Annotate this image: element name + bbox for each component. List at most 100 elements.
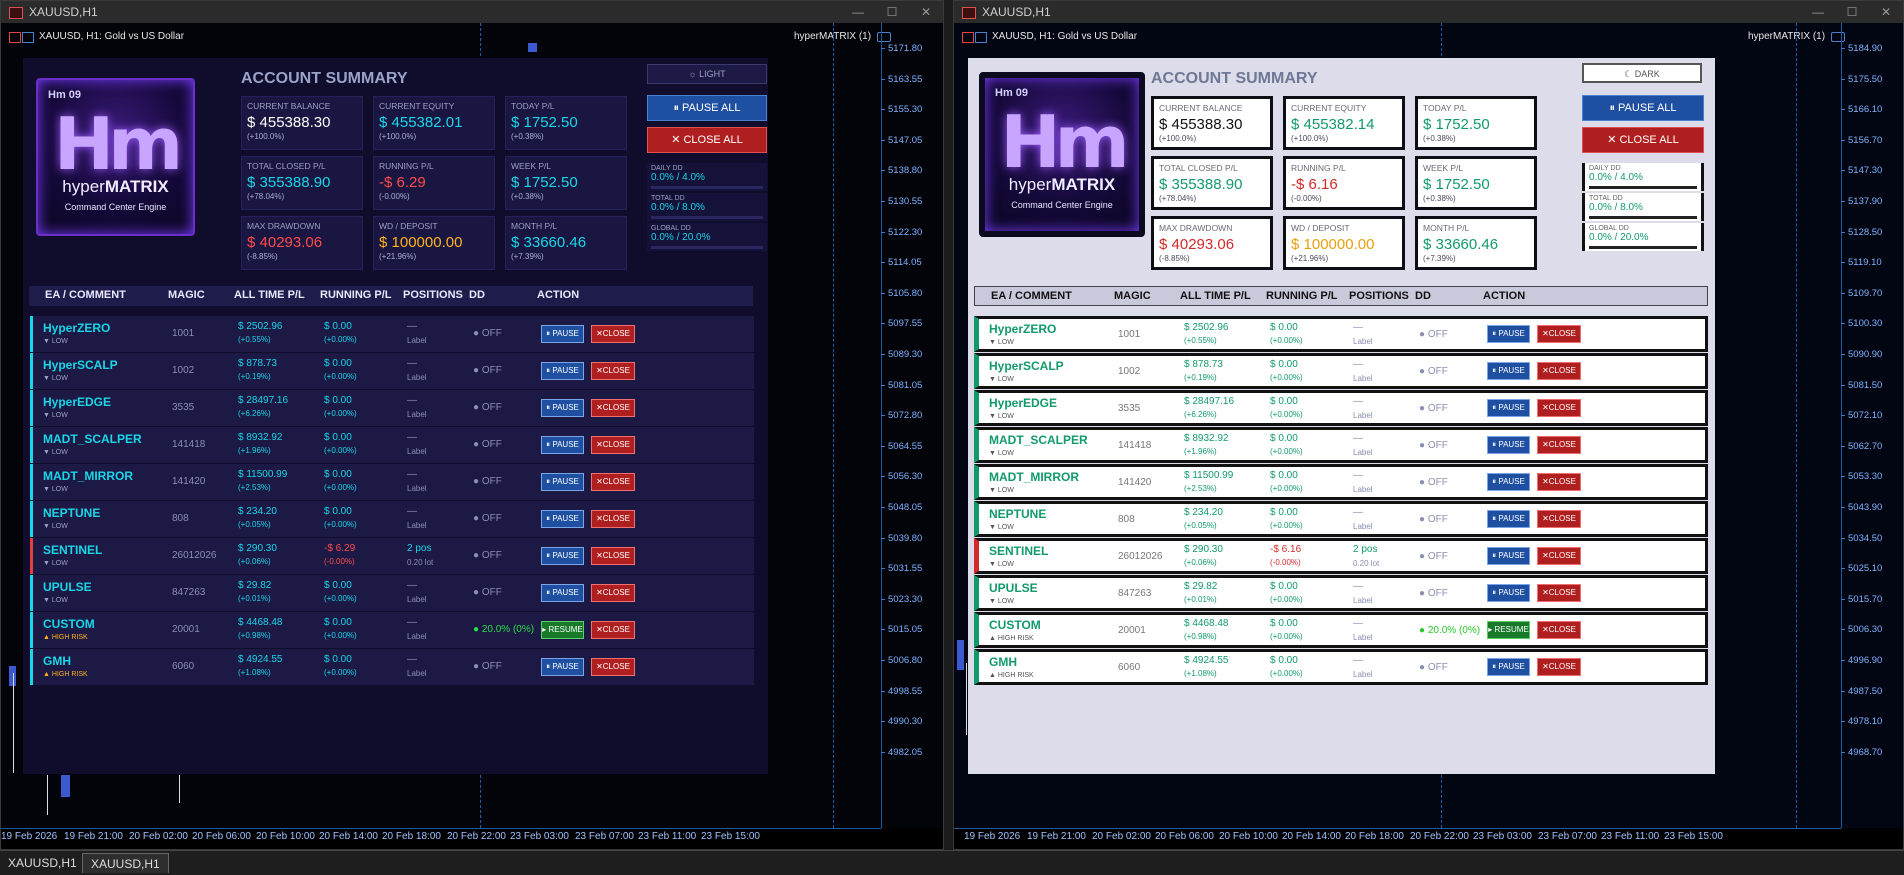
close-all-button[interactable]: ✕ CLOSE ALL: [1582, 127, 1704, 153]
close-button[interactable]: ✕CLOSE: [591, 399, 635, 417]
summary-card: WD / DEPOSIT $ 100000.00 (+21.96%): [1283, 216, 1405, 270]
card-percent: (+0.38%): [511, 132, 544, 141]
close-button[interactable]: ✕CLOSE: [591, 510, 635, 528]
pause-button[interactable]: ⏸ PAUSE: [541, 510, 584, 528]
pause-button[interactable]: ⏸ PAUSE: [541, 436, 584, 454]
dark-mode-button[interactable]: ☾ DARK: [1582, 63, 1702, 83]
maximize-button[interactable]: ☐: [1835, 5, 1869, 19]
close-button[interactable]: ✕CLOSE: [591, 325, 635, 343]
chart-tab-active[interactable]: XAUUSD,H1: [82, 853, 169, 873]
close-button[interactable]: ✕CLOSE: [591, 584, 635, 602]
column-header: RUNNING P/L: [320, 289, 392, 301]
pause-button[interactable]: ⏸ PAUSE: [1487, 399, 1530, 417]
time-axis[interactable]: 19 Feb 2026 19 Feb 21:00 20 Feb 02:00 20 Fe…: [1, 828, 881, 844]
pause-all-button[interactable]: ⏸ PAUSE ALL: [1582, 95, 1704, 121]
close-button[interactable]: ✕CLOSE: [591, 362, 635, 380]
maximize-button[interactable]: ☐: [875, 5, 909, 19]
ea-row: CUSTOM ▲ HIGH RISK 20001 $ 4468.48 (+0.98%) $…: [974, 612, 1708, 648]
close-button[interactable]: ✕CLOSE: [591, 436, 635, 454]
all-time-pl-percent: (+0.01%): [238, 594, 271, 603]
price-tick: 5097.55: [881, 318, 943, 329]
running-pl-percent: (+0.00%): [324, 631, 357, 640]
close-window-button[interactable]: ✕: [909, 5, 943, 19]
minimize-button[interactable]: —: [841, 5, 875, 19]
close-button[interactable]: ✕CLOSE: [1537, 436, 1581, 454]
close-button[interactable]: ✕CLOSE: [591, 621, 635, 639]
close-button[interactable]: ✕CLOSE: [1537, 362, 1581, 380]
pause-button[interactable]: ⏸ PAUSE: [1487, 362, 1530, 380]
pause-button[interactable]: ⏸ PAUSE: [541, 658, 584, 676]
ea-risk-level: ▼ LOW: [989, 524, 1014, 531]
summary-card: CURRENT BALANCE $ 455388.30 (+100.0%): [241, 96, 363, 150]
card-percent: (-0.00%): [1291, 194, 1322, 203]
expert-advisor-label[interactable]: hyperMATRIX (1): [794, 31, 892, 42]
close-button[interactable]: ✕CLOSE: [1537, 658, 1581, 676]
pause-button[interactable]: ⏸ PAUSE: [541, 584, 584, 602]
pause-button[interactable]: ⏸ PAUSE: [541, 399, 584, 417]
all-time-pl-percent: (+0.55%): [238, 335, 271, 344]
logo-subtitle: Command Center Engine: [1011, 200, 1113, 210]
window-titlebar[interactable]: XAUUSD,H1 — ☐ ✕: [954, 1, 1903, 23]
time-tick: 23 Feb 07:00: [1538, 831, 1597, 842]
column-header: MAGIC: [1114, 290, 1151, 302]
ea-magic: 808: [172, 513, 189, 524]
card-percent: (-0.00%): [379, 192, 410, 201]
all-time-pl-percent: (+1.08%): [238, 668, 271, 677]
price-tick: 5034.50: [1841, 533, 1903, 544]
positions-sub: Label: [1353, 485, 1373, 494]
pause-button[interactable]: ⏸ PAUSE: [1487, 473, 1530, 491]
all-time-pl: $ 2502.96: [238, 321, 283, 332]
chart-window-right[interactable]: XAUUSD,H1 — ☐ ✕ XAUUSD, H1: Gold vs US D…: [953, 0, 1904, 850]
pause-button[interactable]: ⏸ PAUSE: [541, 547, 584, 565]
all-time-pl-percent: (+0.19%): [238, 372, 271, 381]
chart-window-left[interactable]: XAUUSD,H1 — ☐ ✕ XAUUSD, H1: Gold vs US D…: [0, 0, 944, 850]
window-titlebar[interactable]: XAUUSD,H1 — ☐ ✕: [1, 1, 943, 23]
resume-button[interactable]: ▸ RESUME: [1487, 621, 1530, 639]
column-header: ACTION: [537, 289, 580, 301]
light-mode-button[interactable]: ☼ LIGHT: [647, 64, 767, 84]
close-button[interactable]: ✕CLOSE: [1537, 547, 1581, 565]
close-button[interactable]: ✕CLOSE: [591, 547, 635, 565]
pause-button[interactable]: ⏸ PAUSE: [1487, 510, 1530, 528]
running-pl: $ 0.00: [1270, 507, 1298, 518]
close-all-button[interactable]: ✕ CLOSE ALL: [647, 127, 767, 153]
close-button[interactable]: ✕CLOSE: [1537, 473, 1581, 491]
time-axis[interactable]: 19 Feb 2026 19 Feb 21:00 20 Feb 02:00 20 Fe…: [954, 828, 1841, 844]
positions-value: —: [407, 617, 417, 628]
price-tick: 4996.90: [1841, 655, 1903, 666]
minimize-button[interactable]: —: [1801, 5, 1835, 19]
pause-all-button[interactable]: ⏸ PAUSE ALL: [647, 95, 767, 121]
close-button[interactable]: ✕CLOSE: [591, 658, 635, 676]
pause-button[interactable]: ⏸ PAUSE: [1487, 658, 1530, 676]
drawdown-value: 0.0% / 20.0%: [651, 232, 711, 243]
price-axis[interactable]: 5184.90 5175.50 5166.10 5156.70 5147.30 5137.…: [1841, 23, 1903, 828]
pause-button[interactable]: ⏸ PAUSE: [541, 362, 584, 380]
pause-button[interactable]: ⏸ PAUSE: [1487, 325, 1530, 343]
drawdown-status: ● OFF: [1419, 551, 1448, 562]
ea-name: MADT_MIRROR: [43, 469, 133, 483]
running-pl: $ 0.00: [1270, 470, 1298, 481]
close-button[interactable]: ✕CLOSE: [1537, 584, 1581, 602]
summary-card: MONTH P/L $ 33660.46 (+7.39%): [505, 216, 627, 270]
close-button[interactable]: ✕CLOSE: [1537, 510, 1581, 528]
all-time-pl-percent: (+0.05%): [1184, 521, 1217, 530]
price-tick: 5138.80: [881, 165, 943, 176]
pause-button[interactable]: ⏸ PAUSE: [1487, 584, 1530, 602]
close-button[interactable]: ✕CLOSE: [1537, 621, 1581, 639]
pause-button[interactable]: ⏸ PAUSE: [541, 473, 584, 491]
drawdown-status: ● OFF: [473, 402, 502, 413]
resume-button[interactable]: ▸ RESUME: [541, 621, 584, 639]
close-window-button[interactable]: ✕: [1869, 5, 1903, 19]
close-button[interactable]: ✕CLOSE: [1537, 399, 1581, 417]
price-tick: 4990.30: [881, 716, 943, 727]
price-axis[interactable]: 5171.80 5163.55 5155.30 5147.05 5138.80 5130.…: [881, 23, 943, 828]
price-tick: 5171.80: [881, 43, 943, 54]
chart-tab[interactable]: XAUUSD,H1: [0, 853, 85, 873]
pause-button[interactable]: ⏸ PAUSE: [1487, 436, 1530, 454]
close-button[interactable]: ✕CLOSE: [1537, 325, 1581, 343]
close-button[interactable]: ✕CLOSE: [591, 473, 635, 491]
ea-magic: 1002: [172, 365, 195, 376]
pause-button[interactable]: ⏸ PAUSE: [541, 325, 584, 343]
pause-button[interactable]: ⏸ PAUSE: [1487, 547, 1530, 565]
positions-value: —: [407, 506, 417, 517]
